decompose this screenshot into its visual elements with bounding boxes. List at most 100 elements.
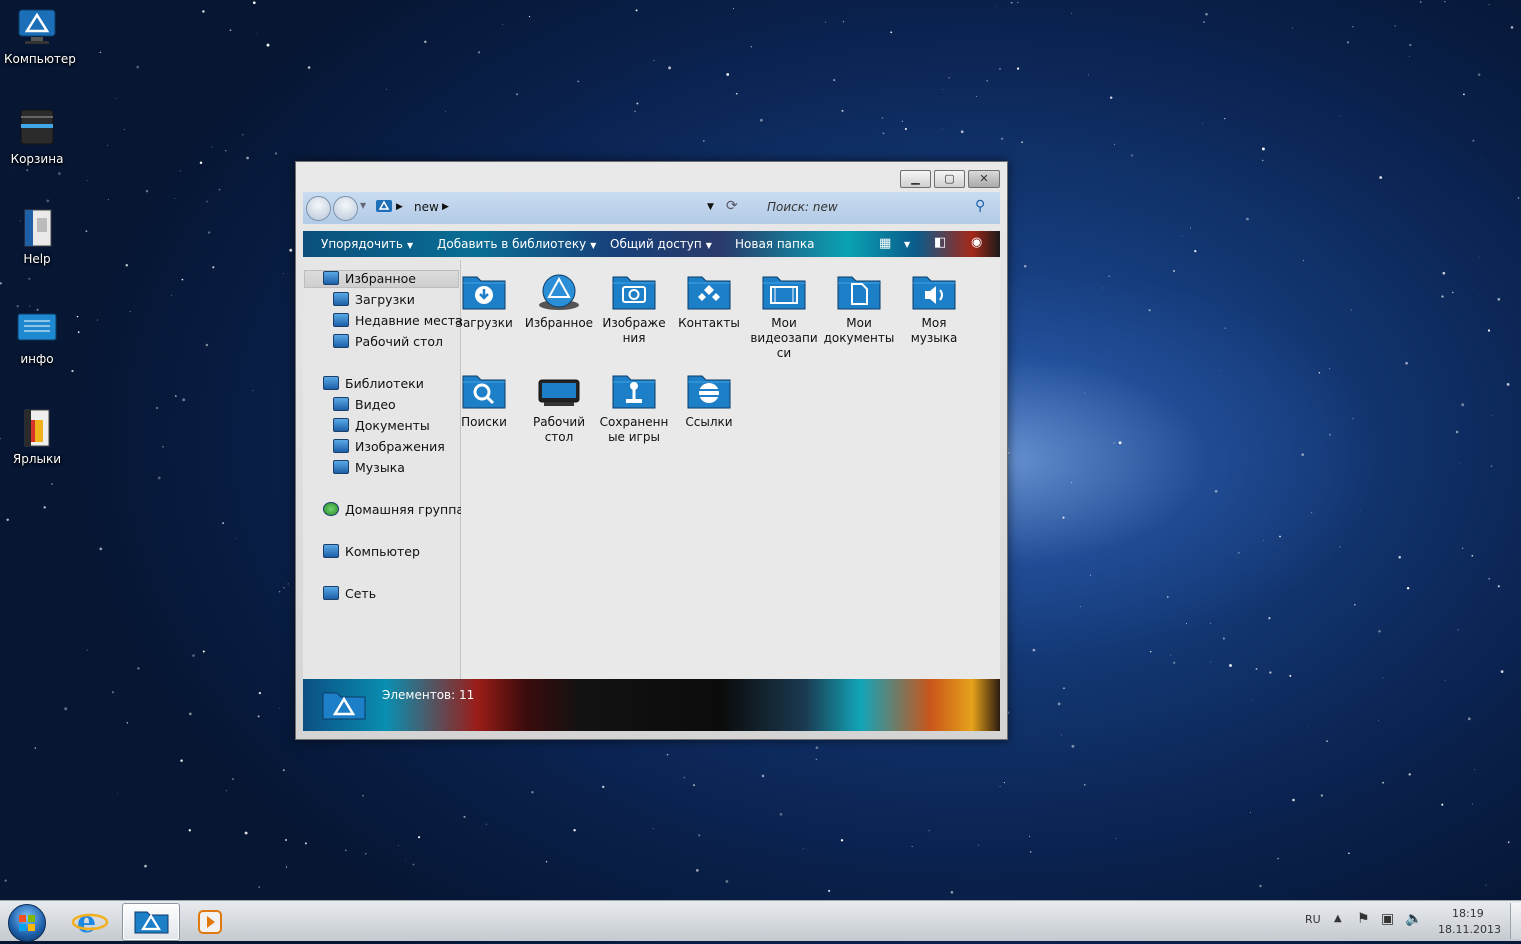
taskbar-explorer[interactable] [122, 903, 180, 941]
view-dropdown-icon[interactable]: ▼ [904, 240, 910, 249]
nav-homegroup[interactable]: Домашняя группа [323, 502, 464, 520]
minimize-icon: ▁ [911, 172, 920, 185]
desktop-icon-recycle-bin[interactable]: Корзина [4, 106, 70, 166]
desktop-icon-info[interactable]: инфо [4, 306, 70, 366]
folder-item[interactable]: Изображе ния [597, 271, 671, 346]
breadcrumb-folder[interactable]: new [414, 200, 439, 214]
network-icon [323, 586, 339, 600]
folder-item[interactable]: Ссылки [672, 370, 746, 430]
start-button[interactable] [8, 904, 46, 942]
add-to-library-menu[interactable]: Добавить в библиотеку ▼ [437, 237, 596, 251]
refresh-icon[interactable]: ⟳ [726, 198, 738, 214]
nav-recent-places[interactable]: Недавние места [333, 313, 463, 331]
internet-explorer-icon: e [71, 905, 109, 940]
taskbar-internet-explorer[interactable]: e [62, 903, 118, 940]
desktop-icon-label: Компьютер [4, 52, 76, 66]
clock-date[interactable]: 18.11.2013 [1438, 923, 1501, 936]
organize-menu[interactable]: Упорядочить ▼ [321, 237, 413, 251]
breadcrumb-arrow-icon[interactable]: ▶ [442, 202, 449, 212]
maximize-button[interactable]: ▢ [934, 170, 965, 188]
folder-item[interactable]: Рабочий стол [522, 370, 596, 445]
help-icon[interactable]: ◉ [971, 235, 982, 250]
new-folder-button[interactable]: Новая папка [735, 237, 814, 251]
nav-music[interactable]: Музыка [333, 460, 405, 478]
nav-label: Изображения [355, 439, 445, 454]
nav-documents[interactable]: Документы [333, 418, 430, 436]
computer-icon [323, 544, 339, 558]
search-input[interactable]: Поиск: new [767, 200, 838, 214]
nav-favorites[interactable]: Избранное [304, 270, 459, 288]
desktop-icon-shortcuts[interactable]: Ярлыки [4, 406, 70, 466]
language-indicator[interactable]: RU [1305, 913, 1321, 926]
desktop-icon-help[interactable]: Help [4, 206, 70, 266]
folder-item[interactable]: Мои видеозапи си [747, 271, 821, 361]
file-list: Загрузки Избранное Изображе ния Контакты Мои… [455, 260, 1000, 679]
folder-label: Мои видеозапи си [750, 316, 818, 360]
magnifier-icon [461, 370, 507, 410]
back-button[interactable] [306, 196, 331, 221]
nav-label: Видео [355, 397, 396, 412]
folder-label: Избранное [524, 316, 594, 330]
star-folder-icon [323, 271, 339, 285]
nav-network[interactable]: Сеть [323, 586, 376, 604]
monitor-icon [536, 370, 582, 410]
volume-icon[interactable]: 🔈 [1405, 911, 1422, 927]
music-library-icon [333, 460, 349, 474]
close-button[interactable]: ✕ [968, 170, 1000, 188]
desktop-icon-computer[interactable]: Компьютер [4, 6, 76, 66]
item-count: Элементов: 11 [382, 688, 475, 702]
info-document-icon [15, 306, 59, 350]
folder-logo-icon [321, 687, 367, 724]
nav-computer[interactable]: Компьютер [323, 544, 420, 562]
folder-item[interactable]: Сохраненн ые игры [597, 370, 671, 445]
nav-desktop[interactable]: Рабочий стол [333, 334, 443, 352]
show-hidden-icons-icon[interactable]: ▲ [1334, 913, 1342, 924]
organize-label: Упорядочить [321, 237, 403, 251]
nav-video[interactable]: Видео [333, 397, 396, 415]
nav-pictures[interactable]: Изображения [333, 439, 445, 457]
folder-label: Мои документы [823, 316, 895, 345]
libraries-icon [323, 376, 339, 390]
camera-icon [611, 271, 657, 311]
share-menu[interactable]: Общий доступ ▼ [610, 237, 712, 251]
search-icon[interactable]: ⚲ [975, 198, 985, 214]
folder-item[interactable]: Избранное [522, 271, 596, 331]
forward-button[interactable] [333, 196, 358, 221]
windows-logo-icon [19, 915, 35, 931]
taskbar-media-player[interactable] [182, 903, 238, 939]
network-tray-icon[interactable]: ▣ [1381, 911, 1394, 927]
dropdown-arrow-icon: ▼ [406, 241, 414, 250]
clock-time[interactable]: 18:19 [1452, 907, 1484, 920]
minimize-button[interactable]: ▁ [900, 170, 931, 188]
nav-label: Сеть [345, 586, 377, 601]
folder-label: Загрузки [455, 316, 513, 330]
caption-buttons: ▁ ▢ ✕ [900, 170, 1000, 188]
film-icon [761, 271, 807, 311]
folder-label: Ссылки [685, 415, 733, 429]
preview-pane-icon[interactable]: ◧ [934, 235, 946, 250]
folder-item[interactable]: Моя музыка [897, 271, 971, 346]
recent-pages-chevron-icon[interactable]: ▼ [360, 201, 366, 210]
details-pane: Элементов: 11 [303, 679, 1000, 731]
nav-downloads[interactable]: Загрузки [333, 292, 415, 310]
folder-item[interactable]: Мои документы [822, 271, 896, 346]
folder-item[interactable]: Поиски [447, 370, 521, 430]
navigation-pane: Избранное Загрузки Недавние места Рабочи… [303, 260, 464, 679]
show-desktop-button[interactable] [1510, 903, 1521, 939]
download-icon [333, 292, 349, 306]
view-options-icon[interactable]: ▦ [879, 236, 891, 251]
action-center-flag-icon[interactable]: ⚑ [1357, 911, 1370, 927]
folder-label: Сохраненн ые игры [599, 415, 669, 444]
folder-item[interactable]: Контакты [672, 271, 746, 331]
folder-label: Изображе ния [602, 316, 666, 345]
joystick-icon [611, 370, 657, 410]
desktop-icon [333, 334, 349, 348]
address-dropdown-icon[interactable]: ▼ [707, 202, 714, 212]
maximize-icon: ▢ [944, 172, 955, 185]
recycle-bin-icon [15, 106, 59, 150]
nav-libraries[interactable]: Библиотеки [323, 376, 424, 394]
nav-label: Музыка [355, 460, 405, 475]
folder-item[interactable]: Загрузки [447, 271, 521, 331]
globe-icon [536, 271, 582, 311]
explorer-folder-icon [134, 911, 169, 934]
